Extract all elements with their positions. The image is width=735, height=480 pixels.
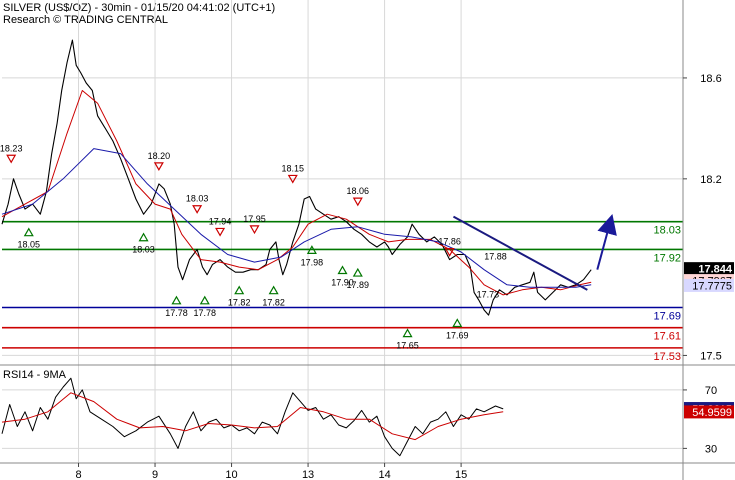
level-label: 17.69 — [653, 311, 681, 323]
pivot-high-label: 17.95 — [243, 214, 266, 224]
pivot-low-marker — [352, 267, 363, 277]
pivot-low-marker — [23, 227, 34, 237]
pivot-low-label: 17.82 — [228, 298, 251, 308]
pivot-low-marker — [171, 295, 182, 305]
pivot-low-marker — [452, 318, 463, 328]
pivot-high-marker — [352, 197, 363, 207]
x-tick-label: 9 — [152, 469, 158, 480]
grid-lines — [2, 0, 683, 463]
pivot-high-label: 18.20 — [148, 151, 171, 161]
pivot-low-label: 17.89 — [347, 280, 370, 290]
rsi-tag-label: 54.9599 — [692, 407, 732, 419]
pivot-low-marker — [337, 265, 348, 275]
x-tick-label: 15 — [455, 469, 467, 480]
pivot-high-marker — [215, 227, 226, 237]
price-tag-label: 17.7775 — [692, 280, 732, 292]
horizontal-levels: 18.03 17.92 17.69 17.61 17.53 — [2, 220, 683, 363]
level-label: 17.61 — [653, 331, 681, 343]
pivot-low-label: 18.03 — [132, 245, 155, 255]
pivot-low-marker — [199, 295, 210, 305]
price-series — [1, 39, 617, 316]
y-tick-label: 17.5 — [700, 350, 721, 362]
x-tick-label: 13 — [302, 469, 314, 480]
level-annotation-label: 17.73 — [477, 289, 500, 299]
trendline — [452, 215, 588, 291]
pivot-low-marker — [268, 285, 279, 295]
series-moving_average_fast — [1, 90, 592, 296]
x-tick-label: 14 — [378, 469, 390, 480]
pivot-high-label: 17.94 — [209, 216, 232, 226]
rsi-y-tick-label: 30 — [705, 443, 717, 455]
pivot-low-label: 17.69 — [446, 331, 469, 341]
pivot-high-label: 18.06 — [347, 186, 370, 196]
x-tick-label: 8 — [75, 469, 81, 480]
annotations: 18.23 18.05 18.20 18.03 18.03 17.78 17.78 17.94… — [0, 143, 507, 350]
y-tick-label: 18.2 — [700, 174, 721, 186]
pivot-high-label: 17.86 — [438, 237, 461, 247]
pivot-low-label: 17.98 — [301, 257, 324, 267]
pivot-low-label: 18.05 — [18, 240, 41, 250]
pivot-low-marker — [402, 328, 413, 338]
pivot-low-label: 17.82 — [262, 298, 285, 308]
price-tag-label: 17.844 — [698, 264, 733, 276]
pivot-high-label: 18.23 — [0, 143, 22, 153]
chart-canvas: 18.0317.9217.6917.6117.53 18.2318.0518.2… — [0, 0, 735, 480]
pivot-high-marker — [192, 205, 203, 214]
pivot-low-label: 17.78 — [165, 308, 188, 318]
pivot-low-marker — [234, 285, 245, 295]
pivot-low-label: 17.65 — [396, 341, 419, 351]
x-tick-label: 10 — [225, 469, 237, 480]
forecast-arrow — [596, 214, 617, 270]
level-label: 17.53 — [653, 351, 681, 363]
pivot-high-label: 18.15 — [281, 163, 304, 173]
pivot-high-label: 18.03 — [186, 194, 209, 204]
pivot-low-label: 17.78 — [194, 308, 217, 318]
y-tick-label: 18.6 — [700, 73, 721, 85]
pivot-high-marker — [6, 154, 17, 164]
series-close — [1, 39, 592, 316]
pivot-high-marker — [249, 225, 260, 235]
level-annotation-label: 17.88 — [484, 252, 507, 262]
pivot-low-marker — [138, 232, 149, 242]
level-label: 18.03 — [653, 225, 681, 237]
level-label: 17.92 — [653, 252, 681, 264]
pivot-high-marker — [153, 162, 164, 172]
rsi-y-tick-label: 70 — [705, 385, 717, 397]
